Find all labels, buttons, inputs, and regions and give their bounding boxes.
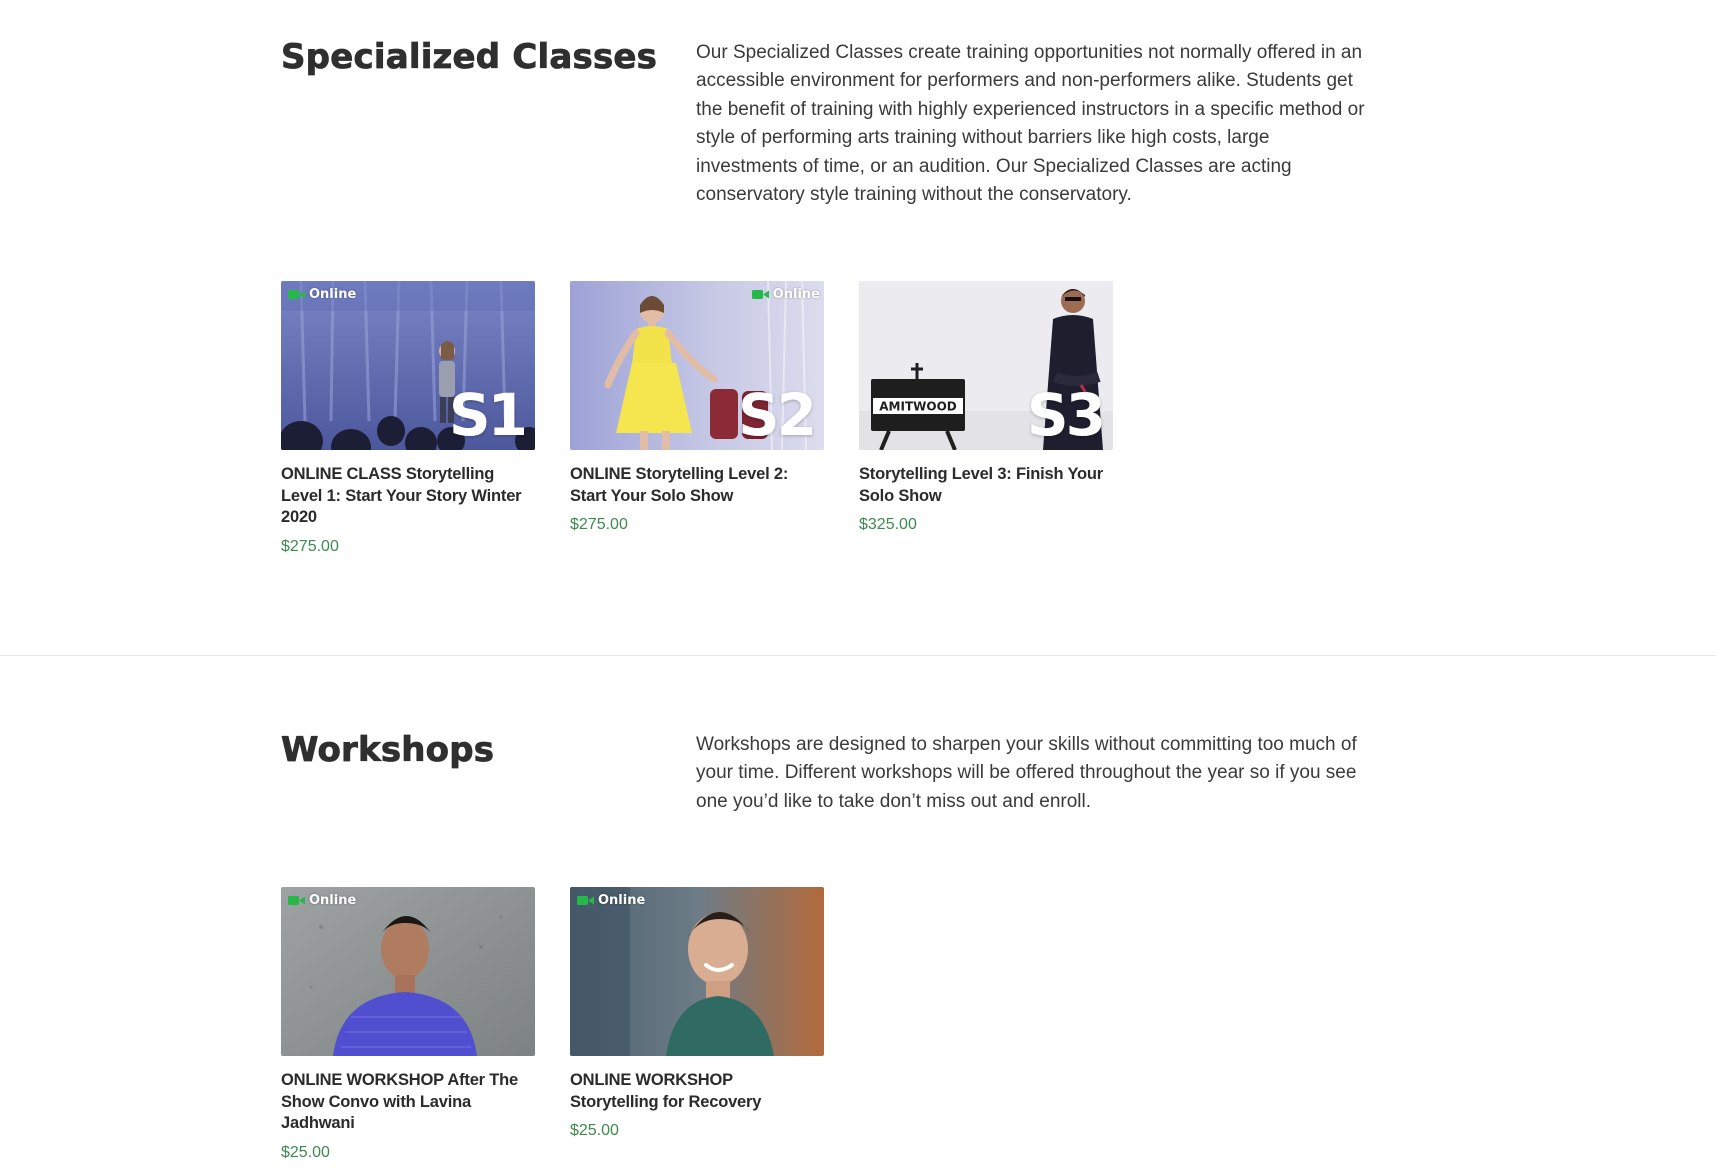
badge-label: Online [309, 287, 357, 302]
video-camera-icon [751, 290, 769, 299]
video-camera-icon [577, 896, 594, 905]
product-image[interactable]: Online S1 [281, 281, 535, 450]
product-card[interactable]: Online ONLINE WORKSHOP Storytelling for … [570, 887, 824, 1162]
badge-label: Online [309, 893, 357, 908]
product-image[interactable]: AMITWOOD S3 [859, 281, 1113, 450]
workshop-recovery-photo [570, 887, 824, 1056]
level-overlay: S2 [737, 381, 817, 449]
video-camera-icon [288, 290, 305, 299]
badge-label: Online [772, 287, 820, 302]
workshops-section: Workshops Workshops are designed to shar… [0, 656, 1716, 1176]
product-grid: Online ONLINE WORKSHOP After The Show Co… [281, 887, 824, 1162]
product-price: $325.00 [859, 516, 917, 533]
product-card[interactable]: AMITWOOD S3 Storytelling Level 3: Finish… [859, 281, 1113, 556]
video-camera-icon [288, 896, 305, 905]
online-badge: Online [751, 287, 820, 302]
product-title[interactable]: ONLINE WORKSHOP After The Show Convo wit… [281, 1070, 535, 1135]
product-image[interactable]: Online S2 [570, 281, 824, 450]
online-badge: Online [288, 287, 356, 302]
product-title[interactable]: ONLINE Storytelling Level 2: Start Your … [570, 464, 824, 507]
section-title: Specialized Classes [281, 37, 658, 77]
online-badge: Online [577, 893, 645, 908]
product-price: $275.00 [281, 537, 339, 555]
product-title[interactable]: Storytelling Level 3: Finish Your Solo S… [859, 464, 1113, 507]
badge-label: Online [598, 893, 646, 908]
product-card[interactable]: Online S2 ONLINE Storytelling Level 2: S… [570, 281, 824, 556]
specialized-classes-section: Specialized Classes Our Specialized Clas… [0, 0, 1716, 655]
product-price: $25.00 [281, 1143, 330, 1161]
product-price: $25.00 [570, 1122, 619, 1139]
section-title: Workshops [281, 730, 495, 770]
sign-text: AMITWOOD [879, 400, 957, 414]
product-image[interactable]: Online [281, 887, 535, 1056]
level-overlay: S1 [448, 381, 528, 449]
workshop-lavina-photo [281, 887, 535, 1056]
product-card[interactable]: Online S1 ONLINE CLASS Storytelling Leve… [281, 281, 535, 556]
product-image[interactable]: Online [570, 887, 824, 1056]
product-price: $275.00 [570, 516, 628, 533]
product-grid: Online S1 ONLINE CLASS Storytelling Leve… [281, 281, 1113, 556]
product-title[interactable]: ONLINE CLASS Storytelling Level 1: Start… [281, 464, 535, 529]
section-description: Workshops are designed to sharpen your s… [696, 734, 1357, 812]
level-overlay: S3 [1026, 381, 1106, 449]
online-badge: Online [288, 893, 356, 908]
product-card[interactable]: Online ONLINE WORKSHOP After The Show Co… [281, 887, 535, 1162]
product-title[interactable]: ONLINE WORKSHOP Storytelling for Recover… [570, 1070, 824, 1113]
section-description: Our Specialized Classes create training … [696, 42, 1365, 206]
